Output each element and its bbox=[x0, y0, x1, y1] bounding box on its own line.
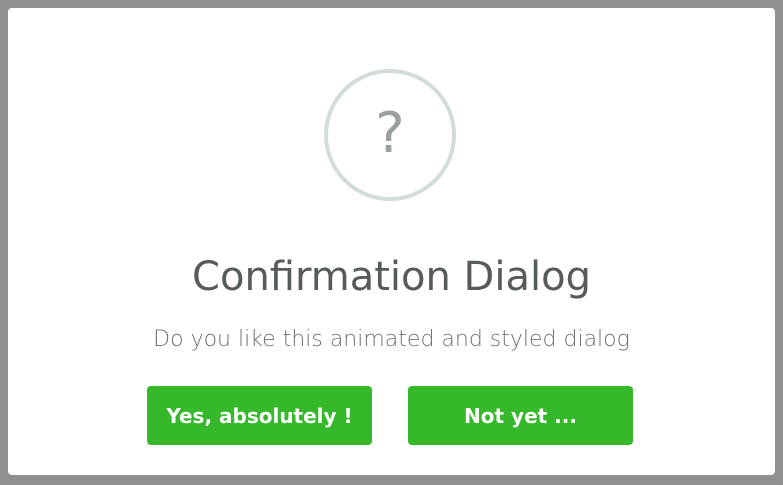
question-mark-glyph: ? bbox=[375, 101, 405, 166]
dialog-message: Do you like this animated and styled dia… bbox=[153, 327, 630, 352]
confirm-button[interactable]: Yes, absolutely ! bbox=[147, 386, 372, 445]
confirmation-dialog: ? Confirmation Dialog Do you like this a… bbox=[8, 8, 775, 475]
cancel-button[interactable]: Not yet ... bbox=[408, 386, 633, 445]
dialog-title: Confirmation Dialog bbox=[192, 254, 591, 300]
question-mark-icon: ? bbox=[324, 69, 456, 201]
